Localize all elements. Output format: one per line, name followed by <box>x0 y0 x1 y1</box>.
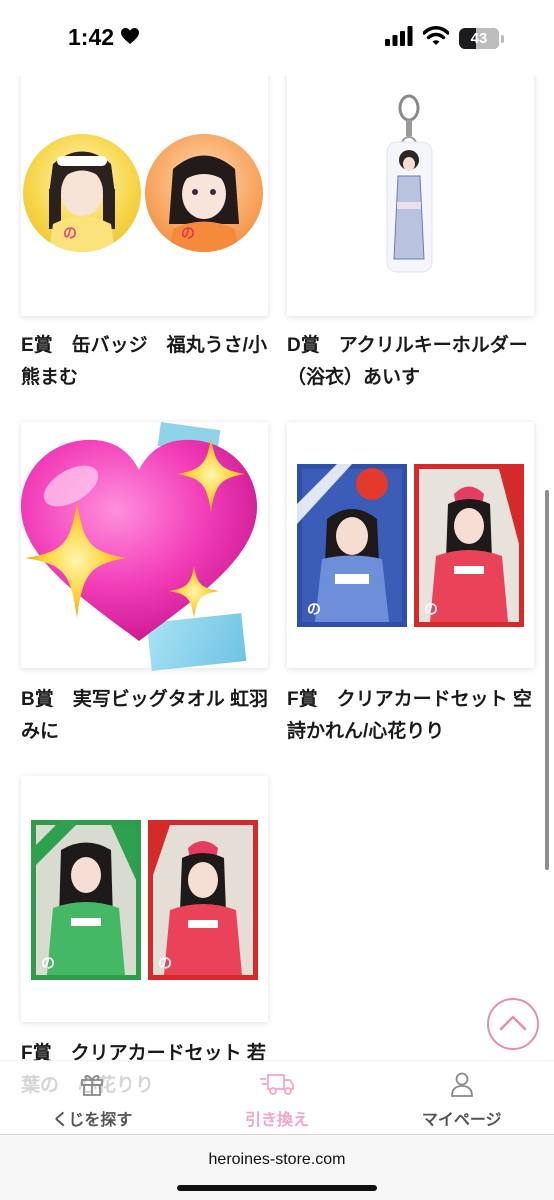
bottom-tab-bar: くじを探す 引き換え マイページ <box>0 1060 554 1134</box>
product-card-b-big-towel[interactable] <box>20 421 268 671</box>
status-time: 1:42 <box>68 24 115 50</box>
product-card-e-can-badges[interactable]: の の <box>21 66 268 316</box>
svg-text:の: の <box>41 956 55 972</box>
svg-text:の: の <box>158 956 172 972</box>
chevron-up-icon <box>499 1013 527 1036</box>
scrollbar[interactable] <box>545 490 549 870</box>
browser-url-bar[interactable]: heroines-store.com <box>0 1134 554 1200</box>
person-icon <box>449 1071 475 1102</box>
wifi-icon <box>422 26 450 51</box>
can-badge-image-1: の <box>23 134 141 252</box>
status-icons: 43 <box>385 26 504 51</box>
tab-label-search: くじを探す <box>52 1112 133 1129</box>
clear-card-image-green: の <box>31 820 141 980</box>
clear-card-image-red-2: の <box>148 820 258 980</box>
scroll-to-top-button[interactable] <box>487 998 539 1050</box>
svg-text:の: の <box>63 226 77 242</box>
product-card-f-clear-card-set-1[interactable]: の の <box>287 422 534 668</box>
product-title-b[interactable]: B賞 実写ビッグタオル 虹羽みに <box>21 684 271 748</box>
tab-exchange[interactable]: 引き換え <box>185 1061 370 1134</box>
svg-text:の: の <box>424 602 438 618</box>
cellular-signal-icon <box>385 26 413 51</box>
product-card-f-clear-card-set-2[interactable]: の の <box>21 776 268 1022</box>
delivery-truck-icon <box>259 1071 295 1102</box>
clear-card-image-blue: の <box>297 464 407 627</box>
keyholder-image <box>382 94 437 274</box>
sparkling-heart-icon <box>0 426 279 661</box>
tab-label-exchange: 引き換え <box>245 1112 310 1129</box>
can-badge-image-2: の <box>145 134 263 252</box>
url-text[interactable]: heroines-store.com <box>0 1151 554 1169</box>
battery-level: 43 <box>470 30 488 47</box>
product-card-d-acrylic-keyholder[interactable] <box>287 66 534 316</box>
svg-text:の: の <box>181 226 195 242</box>
product-title-f-1[interactable]: F賞 クリアカードセット 空詩かれん/心花りり <box>287 684 537 748</box>
heart-icon <box>120 27 140 50</box>
battery-icon: 43 <box>459 28 499 49</box>
svg-text:の: の <box>307 602 321 618</box>
gift-icon <box>79 1071 105 1102</box>
status-bar: 1:42 43 <box>0 0 554 76</box>
clear-card-image-red: の <box>414 464 524 627</box>
product-title-d[interactable]: D賞 アクリルキーホルダー（浴衣）あいす <box>287 330 537 394</box>
tab-my-page[interactable]: マイページ <box>369 1061 554 1134</box>
product-title-e[interactable]: E賞 缶バッジ 福丸うさ/小熊まむ <box>21 330 271 394</box>
tab-search-lottery[interactable]: くじを探す <box>0 1061 185 1134</box>
tab-label-my-page: マイページ <box>421 1112 502 1129</box>
home-indicator[interactable] <box>177 1185 377 1191</box>
